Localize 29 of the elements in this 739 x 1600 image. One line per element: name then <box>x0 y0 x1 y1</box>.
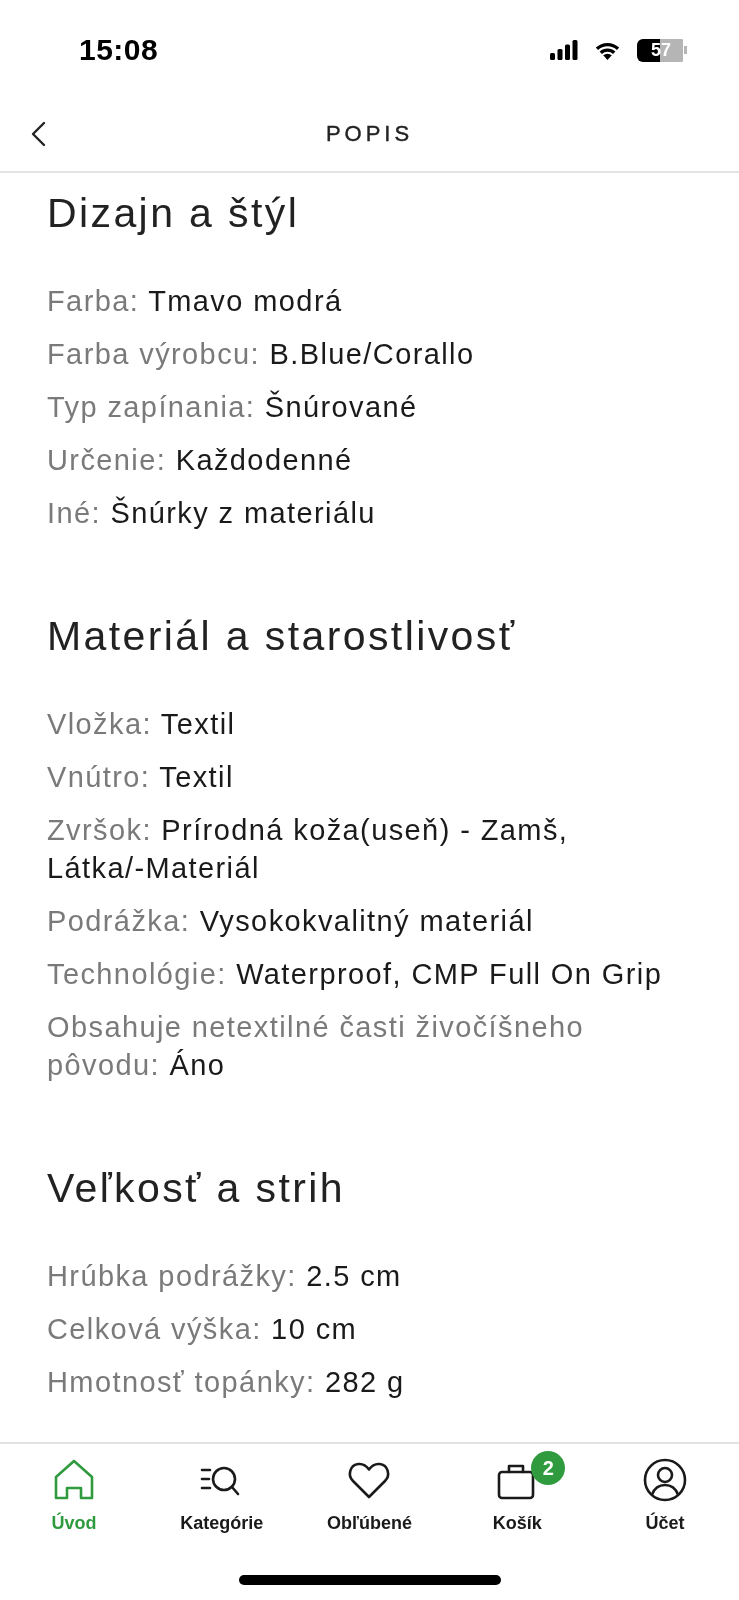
section-heading: Materiál a starostlivosť <box>47 612 518 660</box>
tab-bar-item[interactable]: Úvod <box>13 1450 134 1534</box>
attribute-text: Farba výrobcu: B.Blue/Corallo <box>47 337 476 372</box>
count-badge: 2 <box>531 1451 566 1485</box>
attribute-text: Hmotnosť topánky: 282 g <box>47 1365 406 1400</box>
attribute-text: Celková výška: 10 cm <box>47 1312 359 1347</box>
attribute-text: Farba: Tmavo modrá <box>47 284 344 319</box>
attribute-text: Obsahuje netextilné časti živočíšneho pôvodu: Áno <box>47 1010 586 1083</box>
user-icon <box>643 1458 688 1502</box>
section-heading: Veľkosť a strih <box>47 1164 347 1212</box>
attribute-text: Technológie: Waterproof, CMP Full On Grip <box>47 957 664 992</box>
attribute-text: Vnútro: Textil <box>47 760 235 795</box>
status-time: 15:08 <box>79 33 159 67</box>
attribute-text: Hrúbka podrážky: 2.5 cm <box>47 1259 403 1294</box>
attribute-text: Iné: Šnúrky z materiálu <box>47 495 377 531</box>
attribute-text: Typ zapínania: Šnúrované <box>47 389 419 425</box>
chevron-left-icon <box>30 120 46 147</box>
attribute-text: Podrážka: Vysokokvalitný materiál <box>47 904 535 939</box>
tab-bar-item[interactable]: Účet <box>605 1450 726 1534</box>
tab-bar-item[interactable]: Kategórie <box>161 1450 282 1534</box>
wifi-icon <box>594 40 621 60</box>
page-title: POPIS <box>325 120 414 147</box>
tab-bar-item[interactable]: Obľúbené <box>309 1450 430 1534</box>
attribute-text: Zvršok: Prírodná koža(useň) - Zamš, Látka/-Materiál <box>47 813 570 886</box>
attribute-text: Vložka: Textil <box>47 707 237 742</box>
attribute-text: Určenie: Každodenné <box>47 443 354 478</box>
tab-bar-item[interactable]: 2 Košík <box>457 1450 578 1534</box>
section-heading: Dizajn a štýl <box>47 189 301 237</box>
signal-icon <box>550 40 578 60</box>
